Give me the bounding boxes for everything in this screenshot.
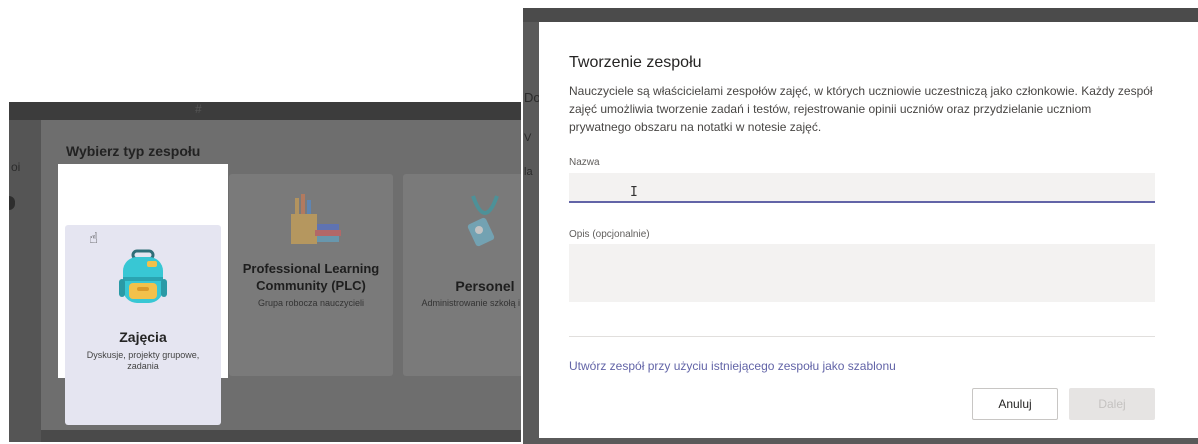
card-title: Personel (455, 278, 515, 294)
badge-lanyard-icon (467, 195, 499, 247)
selected-card-highlight: ☝ Zajęcia Dyskusje, projekty grupowe, za… (58, 164, 228, 425)
app-background-strip (9, 102, 521, 120)
divider (569, 336, 1155, 337)
card-subtitle: Administrowanie szkołą i rozwój (421, 298, 521, 308)
card-subtitle: Dyskusje, projekty grupowe, zadania (86, 350, 200, 371)
sidebar-edge-indicator (9, 196, 15, 210)
background-text: la (524, 166, 533, 178)
create-team-screenshot: Do V la Tworzenie zespołu Nauczyciele są… (523, 8, 1198, 444)
dialog-description: Nauczyciele są właścicielami zespołów za… (569, 84, 1153, 134)
create-team-dialog: Tworzenie zespołu Nauczyciele są właścic… (539, 22, 1198, 438)
text-cursor-icon: I (630, 185, 638, 200)
app-background-edge: oi (9, 120, 41, 442)
dialog-title: Tworzenie zespołu (569, 54, 702, 71)
books-pencils-icon (291, 194, 341, 244)
card-subtitle: Grupa robocza nauczycieli (257, 298, 365, 308)
team-type-card-plc[interactable]: Professional Learning Community (PLC) Gr… (229, 174, 393, 376)
app-background-strip (523, 8, 1198, 22)
hand-cursor-icon: ☝ (89, 230, 99, 247)
card-title: Professional Learning Community (PLC) (242, 261, 380, 293)
name-label: Nazwa (569, 157, 600, 168)
cancel-button[interactable]: Anuluj (972, 388, 1058, 420)
team-description-input[interactable] (569, 244, 1155, 302)
team-type-card-staff[interactable]: Personel Administrowanie szkołą i rozwój (403, 174, 521, 376)
team-type-card-class[interactable]: ☝ Zajęcia Dyskusje, projekty grupowe, za… (65, 225, 221, 425)
template-link[interactable]: Utwórz zespół przy użyciu istniejącego z… (569, 359, 896, 373)
description-label: Opis (opcjonalnie) (569, 229, 650, 240)
choose-team-type-dialog: Wybierz typ zespołu ☝ Zajęcia Dyskusje, … (41, 120, 521, 430)
background-text: V (524, 132, 532, 144)
dialog-title: Wybierz typ zespołu (66, 143, 201, 159)
team-name-input[interactable] (569, 173, 1155, 203)
card-title: Zajęcia (119, 329, 167, 345)
sidebar-edge-text: oi (11, 160, 21, 174)
next-button[interactable]: Dalej (1069, 388, 1155, 420)
team-type-screenshot: # oi Wybierz typ zespołu ☝ Zajęcia Dysku… (9, 102, 521, 442)
backpack-icon (119, 249, 167, 303)
grid-icon: # (195, 102, 202, 116)
